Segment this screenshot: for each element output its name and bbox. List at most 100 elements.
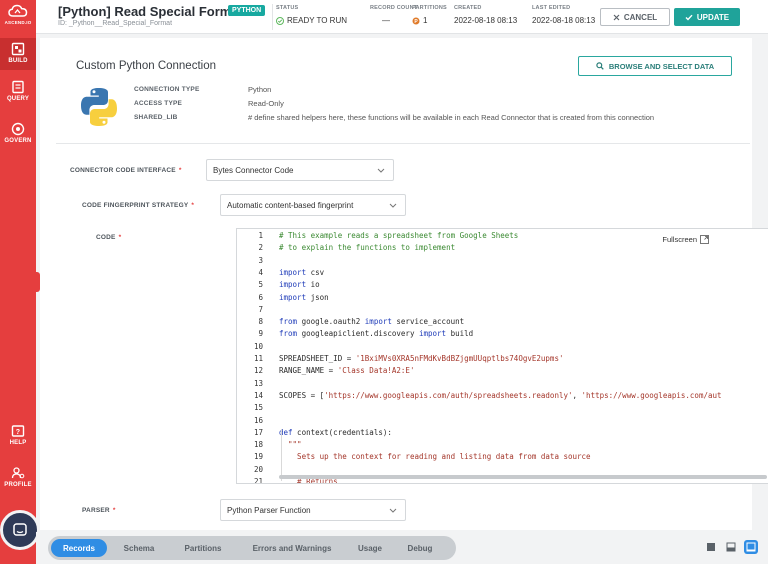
partitions-label: PARTITIONS [412,5,447,11]
code-token: from [279,317,298,327]
parser-select[interactable]: Python Parser Function [220,499,406,521]
bottom-tabs: Records Schema Partitions Errors and War… [48,536,456,560]
tab-usage[interactable]: Usage [350,539,390,557]
panel-split-icon [726,542,736,552]
code-line: SPREADSHEET_ID = '1BxiMVs0XRA5nFMdKvBdBZ… [279,354,563,363]
chevron-down-icon [389,203,397,208]
line-number: 1 [258,231,263,240]
code-fingerprint-strategy-select[interactable]: Automatic content-based fingerprint [220,194,406,216]
code-label: CODE * [96,234,121,241]
tab-schema[interactable]: Schema [114,539,164,557]
select-value: Bytes Connector Code [213,165,294,175]
line-number-gutter: 1 2 3 4 5 6 7 8 9 10 11 12 13 14 15 16 17 18 19 20 21 [237,229,269,483]
code-token: csv [306,267,325,277]
record-count-block: RECORD COUNT — [370,5,417,25]
view-split-button[interactable] [724,540,738,554]
sidebar-item-profile[interactable]: PROFILE [0,466,36,496]
view-full-button[interactable] [704,540,718,554]
status-label: STATUS [276,5,299,11]
code-line: """ [279,440,302,449]
python-logo-icon [81,88,117,126]
code-token: build [446,329,474,339]
close-icon [613,14,620,20]
query-icon [12,80,24,94]
sidebar-item-query[interactable]: QUERY [0,80,36,112]
code-token: 'https://www.googleapis.com/aut [581,390,722,400]
line-number: 5 [258,280,263,290]
code-token: # to explain the functions to implement [279,243,456,253]
field-value: Python [248,85,272,94]
cancel-button[interactable]: CANCEL [600,8,670,26]
svg-text:?: ? [16,429,20,436]
sidebar-item-build[interactable]: BUILD [0,38,36,70]
code-token: google.oauth2 [297,317,365,327]
component-id: ID: _Python__Read_Special_Format [58,20,173,27]
language-badge: PYTHON [228,5,266,16]
update-button[interactable]: UPDATE [674,8,740,26]
sidebar-item-govern[interactable]: GOVERN [0,122,36,154]
created-block: CREATED 2022-08-18 08:13 [454,5,517,25]
tab-debug[interactable]: Debug [398,539,442,557]
code-line: import csv [279,268,324,277]
search-icon [596,62,604,70]
code-token: """ [279,440,302,450]
last-edited-value: 2022-08-18 08:13 [532,16,596,25]
line-number: 15 [253,403,263,413]
required-mark: * [112,507,116,514]
ascend-logo[interactable]: ASCEND.IO [0,4,36,34]
sidebar-label-help: HELP [9,440,27,446]
browse-and-select-data-button[interactable]: BROWSE AND SELECT DATA [578,56,732,76]
chevron-down-icon [377,168,385,173]
chevron-down-icon [389,508,397,513]
sidebar-label-build: BUILD [8,58,28,64]
code-token: 'Class Data!A2:E' [337,366,415,376]
fullscreen-label: Fullscreen [662,235,697,244]
label-text: CODE [96,234,116,241]
field-key: ACCESS TYPE [134,100,183,107]
partitions-block: PARTITIONS P 1 [412,5,447,25]
field-key: CONNECTION TYPE [134,86,200,93]
chat-launcher-button[interactable] [0,510,40,550]
field-key: SHARED_LIB [134,114,178,121]
code-token: io [306,280,320,290]
parser-label: PARSER * [82,507,116,514]
code-token: # This example reads a spreadsheet from … [279,231,519,240]
line-number: 18 [253,440,263,450]
bottom-bar: Records Schema Partitions Errors and War… [36,532,768,564]
code-token: Sets up the context for reading and list… [279,452,591,462]
required-mark: * [178,167,182,174]
panel-full-icon [707,543,715,551]
tab-errors-and-warnings[interactable]: Errors and Warnings [244,539,340,557]
cloud-logo-icon [8,4,28,17]
profile-icon [11,467,25,479]
label-text: CONNECTOR CODE INTERFACE [70,167,176,174]
indent-guide [281,429,282,481]
last-edited-block: LAST EDITED 2022-08-18 08:13 [532,5,595,25]
horizontal-scrollbar[interactable] [279,475,767,479]
line-number: 9 [258,329,263,339]
check-circle-icon [276,16,284,25]
connector-code-interface-select[interactable]: Bytes Connector Code [206,159,394,181]
partitions-value: P 1 [412,16,447,25]
line-number: 19 [253,452,263,462]
code-token: import [279,292,307,302]
line-number: 2 [258,243,263,253]
browse-label: BROWSE AND SELECT DATA [608,61,715,71]
partition-icon: P [412,17,420,25]
line-number: 16 [253,415,263,425]
code-editor[interactable]: 1 2 3 4 5 6 7 8 9 10 11 12 13 14 15 16 17 18 19 20 21 # This… [236,228,768,484]
tab-records[interactable]: Records [51,539,107,557]
tab-partitions[interactable]: Partitions [172,539,234,557]
field-value: Read-Only [248,99,284,108]
line-number: 4 [258,267,263,277]
header-divider [272,4,273,30]
status-value: READY TO RUN [276,16,347,25]
view-collapsed-button[interactable] [744,540,758,554]
line-number: 7 [258,304,263,314]
record-count-label: RECORD COUNT [370,5,418,11]
sidebar-item-help[interactable]: ? HELP [0,424,36,454]
connection-card: Custom Python Connection BROWSE AND SELE… [56,44,750,144]
code-fingerprint-strategy-label: CODE FINGERPRINT STRATEGY * [82,202,194,209]
code-line: from google.oauth2 import service_accoun… [279,317,464,326]
fullscreen-button[interactable]: Fullscreen [662,235,709,244]
